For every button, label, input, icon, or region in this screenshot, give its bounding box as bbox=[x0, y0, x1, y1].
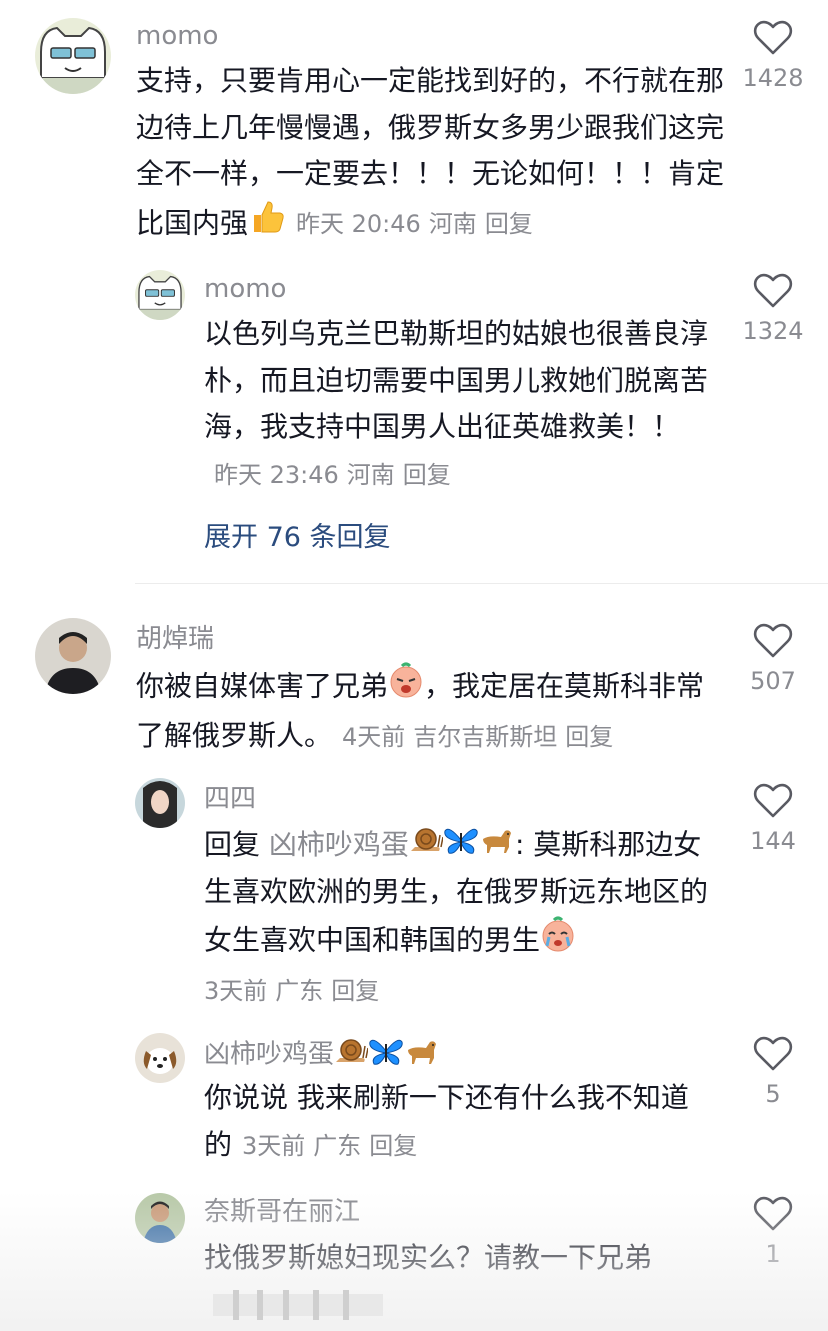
comment-text: 你说说 我来刷新一下还有什么我不知道的 3天前 广东 回复 bbox=[204, 1075, 704, 1169]
person-avatar-icon bbox=[135, 778, 185, 828]
reply-prefix: 回复 bbox=[204, 828, 261, 861]
reply-target-user[interactable]: 凶柿吵鸡蛋 bbox=[269, 828, 409, 861]
comment-time: 4天前 bbox=[342, 722, 406, 751]
comment-location: 吉尔吉斯斯坦 bbox=[413, 722, 558, 751]
comment-text: 你被自媒体害了兄弟 ，我定居在莫斯科非常了解俄罗斯人。 4天前 吉尔吉斯斯坦 回复 bbox=[136, 662, 716, 760]
like-button[interactable]: 1 bbox=[733, 1196, 813, 1268]
avatar[interactable] bbox=[135, 778, 185, 828]
comment-text-content: 找俄罗斯媳妇现实么？请教一下兄弟 bbox=[204, 1241, 653, 1274]
butterfly-emoji-icon bbox=[368, 1036, 404, 1074]
heart-icon bbox=[753, 623, 793, 658]
comment-location: 广东 bbox=[313, 1131, 362, 1160]
like-count: 507 bbox=[750, 667, 796, 695]
avatar[interactable] bbox=[135, 1033, 185, 1083]
cartoon-avatar-icon bbox=[35, 18, 111, 94]
like-count: 1428 bbox=[742, 64, 804, 92]
heart-icon bbox=[753, 273, 793, 308]
comment-text: 支持，只要肯用心一定能找到好的，不行就在那边待上几年慢慢遇，俄罗斯女多男少跟我们… bbox=[136, 58, 726, 250]
avatar[interactable] bbox=[35, 618, 111, 694]
comment-meta: 3天前 广东 回复 bbox=[204, 971, 387, 1006]
loading-placeholder-bars bbox=[213, 1290, 383, 1320]
like-count: 5 bbox=[765, 1080, 781, 1108]
reply-button[interactable]: 回复 bbox=[565, 723, 613, 751]
reply-button[interactable]: 回复 bbox=[331, 977, 379, 1005]
like-button[interactable]: 507 bbox=[733, 623, 813, 695]
person-avatar-icon bbox=[135, 1193, 185, 1243]
comment-location: 广东 bbox=[275, 977, 324, 1005]
reply-button[interactable]: 回复 bbox=[403, 461, 451, 489]
snail-emoji-icon bbox=[334, 1036, 369, 1074]
comment-text: 以色列乌克兰巴勒斯坦的姑娘也很善良淳朴，而且迫切需要中国男儿救她们脱离苦海，我支… bbox=[204, 311, 724, 498]
puppy-avatar-icon bbox=[135, 1033, 185, 1083]
dog-emoji-icon bbox=[479, 823, 515, 870]
avatar[interactable] bbox=[135, 1193, 185, 1243]
heart-icon bbox=[753, 20, 793, 55]
like-button[interactable]: 1324 bbox=[733, 273, 813, 345]
reply-button[interactable]: 回复 bbox=[369, 1132, 417, 1160]
like-count: 1 bbox=[765, 1240, 781, 1268]
comment-author[interactable]: 四四 bbox=[204, 783, 256, 815]
heart-icon bbox=[753, 1196, 793, 1231]
avatar[interactable] bbox=[35, 18, 111, 94]
comment-author[interactable]: momo bbox=[204, 273, 286, 305]
heart-icon bbox=[753, 783, 793, 818]
comment-text-content: 以色列乌克兰巴勒斯坦的姑娘也很善良淳朴，而且迫切需要中国男儿救她们脱离苦海，我支… bbox=[204, 317, 709, 443]
comment-author-name[interactable]: 凶柿吵鸡蛋 bbox=[204, 1040, 334, 1070]
avatar[interactable] bbox=[135, 270, 185, 320]
comment-author[interactable]: momo bbox=[136, 20, 218, 52]
crying-face-emoji-icon bbox=[388, 662, 424, 713]
crying-face-emoji-icon bbox=[540, 916, 576, 967]
comment-location: 河南 bbox=[428, 209, 477, 238]
comment-author[interactable]: 奈斯哥在丽江 bbox=[204, 1196, 360, 1228]
like-button[interactable]: 5 bbox=[733, 1036, 813, 1108]
comment-author[interactable]: 凶柿吵鸡蛋 bbox=[204, 1036, 440, 1074]
reply-button[interactable]: 回复 bbox=[485, 210, 533, 238]
comment-text: 找俄罗斯媳妇现实么？请教一下兄弟 bbox=[204, 1235, 724, 1282]
expand-replies-button[interactable]: 展开 76 条回复 bbox=[204, 515, 391, 554]
like-button[interactable]: 144 bbox=[733, 783, 813, 855]
like-count: 1324 bbox=[742, 317, 804, 345]
like-button[interactable]: 1428 bbox=[733, 20, 813, 92]
comment-time: 3天前 bbox=[242, 1131, 306, 1160]
dog-emoji-icon bbox=[404, 1036, 440, 1074]
thumbs-up-emoji-icon bbox=[248, 198, 286, 251]
heart-icon bbox=[753, 1036, 793, 1071]
comment-text: 回复 凶柿吵鸡蛋: 莫斯科那边女生喜欢欧洲的男生，在俄罗斯远东地区的女生喜欢中国… bbox=[204, 822, 724, 966]
comment-time: 昨天 23:46 bbox=[214, 460, 339, 489]
butterfly-emoji-icon bbox=[443, 823, 479, 870]
divider bbox=[135, 583, 828, 584]
person-avatar-icon bbox=[35, 618, 111, 694]
comment-time: 昨天 20:46 bbox=[296, 209, 421, 238]
comment-location: 河南 bbox=[346, 460, 395, 489]
comment-author[interactable]: 胡焯瑞 bbox=[136, 623, 214, 655]
comment-text-content: 你被自媒体害了兄弟 bbox=[136, 669, 389, 703]
like-count: 144 bbox=[750, 827, 796, 855]
comment-time: 3天前 bbox=[204, 977, 268, 1005]
snail-emoji-icon bbox=[409, 823, 444, 870]
cartoon-avatar-icon bbox=[135, 270, 185, 320]
